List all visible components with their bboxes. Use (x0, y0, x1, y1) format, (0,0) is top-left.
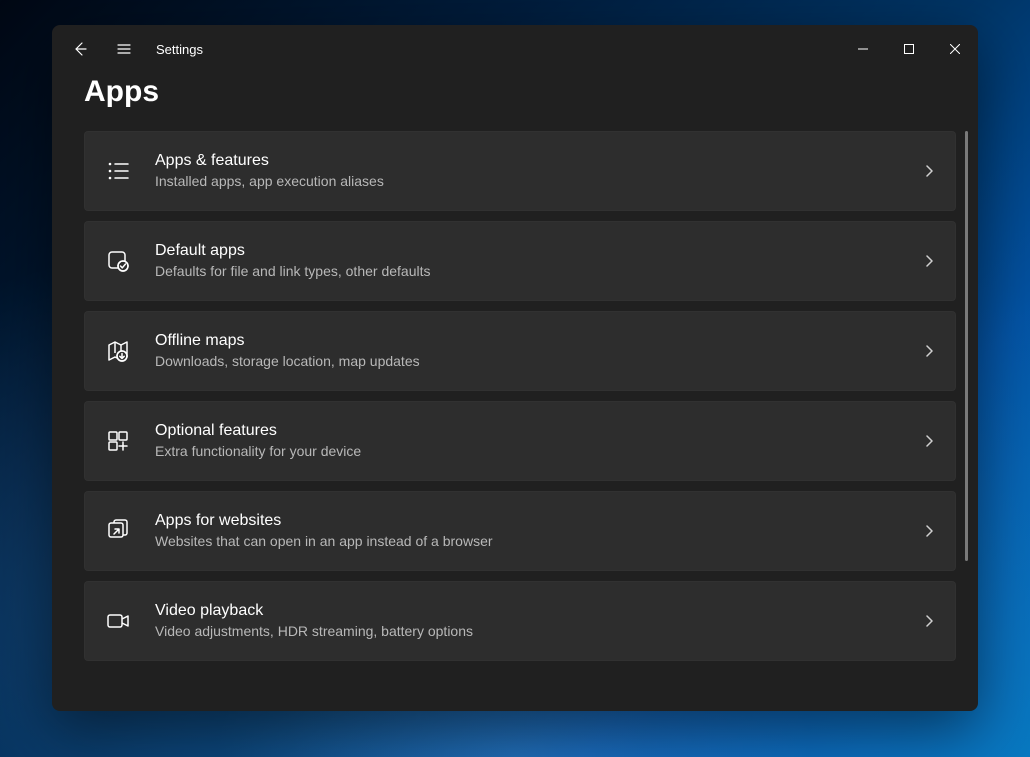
scrollbar-thumb[interactable] (965, 131, 968, 561)
card-desc: Installed apps, app execution aliases (155, 172, 921, 191)
apps-features-item[interactable]: Apps & features Installed apps, app exec… (84, 131, 956, 211)
offline-maps-item[interactable]: Offline maps Downloads, storage location… (84, 311, 956, 391)
card-title: Optional features (155, 421, 921, 442)
card-desc: Extra functionality for your device (155, 442, 921, 461)
back-button[interactable] (60, 31, 100, 67)
card-desc: Defaults for file and link types, other … (155, 262, 921, 281)
card-text: Default apps Defaults for file and link … (155, 241, 921, 282)
close-button[interactable] (932, 33, 978, 65)
card-title: Apps for websites (155, 511, 921, 532)
offline-maps-icon (103, 336, 133, 366)
apps-features-icon (103, 156, 133, 186)
chevron-right-icon (921, 613, 937, 629)
nav-toggle-button[interactable] (104, 31, 144, 67)
chevron-right-icon (921, 523, 937, 539)
card-desc: Downloads, storage location, map updates (155, 352, 921, 371)
window-controls (840, 33, 978, 65)
apps-for-websites-icon (103, 516, 133, 546)
default-apps-item[interactable]: Default apps Defaults for file and link … (84, 221, 956, 301)
card-text: Offline maps Downloads, storage location… (155, 331, 921, 372)
card-title: Apps & features (155, 151, 921, 172)
optional-features-icon (103, 426, 133, 456)
chevron-right-icon (921, 253, 937, 269)
card-text: Video playback Video adjustments, HDR st… (155, 601, 921, 642)
chevron-right-icon (921, 343, 937, 359)
cards-container: Apps & features Installed apps, app exec… (84, 131, 972, 711)
optional-features-item[interactable]: Optional features Extra functionality fo… (84, 401, 956, 481)
cards-list: Apps & features Installed apps, app exec… (84, 131, 972, 711)
card-desc: Websites that can open in an app instead… (155, 532, 921, 551)
card-title: Video playback (155, 601, 921, 622)
card-desc: Video adjustments, HDR streaming, batter… (155, 622, 921, 641)
minimize-button[interactable] (840, 33, 886, 65)
video-playback-item[interactable]: Video playback Video adjustments, HDR st… (84, 581, 956, 661)
titlebar: Settings (52, 25, 978, 73)
chevron-right-icon (921, 163, 937, 179)
page-title: Apps (84, 75, 972, 109)
content-area: Apps Apps & feat (52, 73, 978, 711)
chevron-right-icon (921, 433, 937, 449)
card-title: Offline maps (155, 331, 921, 352)
card-title: Default apps (155, 241, 921, 262)
default-apps-icon (103, 246, 133, 276)
apps-for-websites-item[interactable]: Apps for websites Websites that can open… (84, 491, 956, 571)
video-playback-icon (103, 606, 133, 636)
card-text: Optional features Extra functionality fo… (155, 421, 921, 462)
card-text: Apps for websites Websites that can open… (155, 511, 921, 552)
maximize-button[interactable] (886, 33, 932, 65)
settings-window: Settings Apps (52, 25, 978, 711)
window-title: Settings (156, 42, 203, 57)
card-text: Apps & features Installed apps, app exec… (155, 151, 921, 192)
